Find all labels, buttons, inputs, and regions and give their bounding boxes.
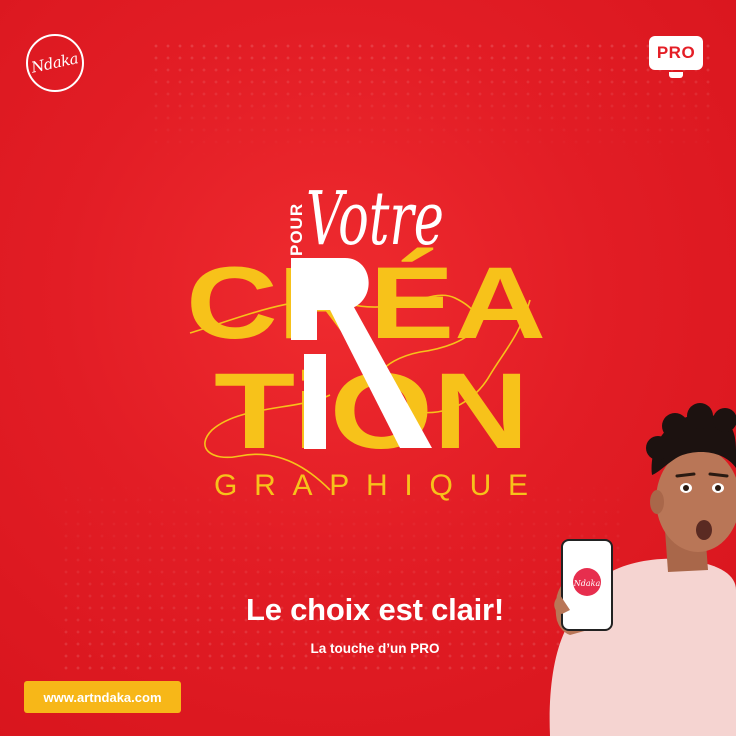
white-r-stem (291, 258, 317, 340)
ear (650, 490, 664, 514)
website-link[interactable]: www.artndaka.com (24, 681, 181, 713)
phone-logo-text: Ndaka (573, 579, 601, 588)
ad-poster: Ndaka PRO Votre POUR CRÉA TiON GRAPHIQUE… (0, 0, 736, 736)
surprised-mouth (696, 520, 712, 540)
headline-graphique: GRAPHIQUE (214, 469, 528, 502)
website-url: www.artndaka.com (43, 689, 162, 705)
person-holding-phone-illustration: Ndaka (549, 403, 736, 736)
raised-arm (549, 625, 602, 736)
sub-tagline: La touche d’un PRO (310, 641, 440, 656)
white-i-stem (304, 354, 326, 449)
tagline: Le choix est clair! (245, 592, 505, 627)
